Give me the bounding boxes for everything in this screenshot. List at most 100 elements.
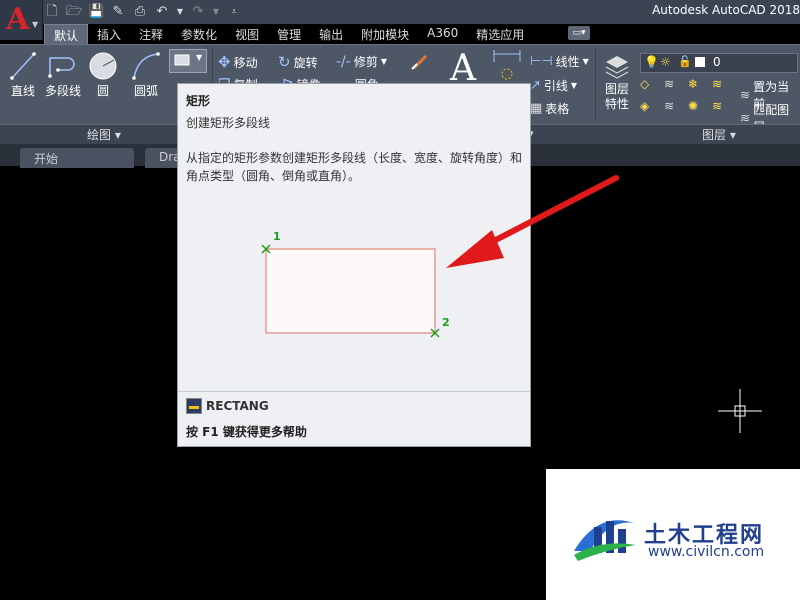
line-tool-label: 直线 [10,84,35,98]
tab-insert[interactable]: 插入 [88,24,130,44]
layer-dropdown[interactable]: 💡 ☼ 🔓 0 [640,53,798,73]
layer-off-icon[interactable]: ◇ [640,77,649,91]
panel-divider [595,48,596,120]
rotate-tool[interactable]: ↻ 旋转 [278,53,318,71]
crosshair-cursor-icon [718,389,762,433]
rotate-icon: ↻ [278,53,291,71]
move-tool-label: 移动 [233,55,258,70]
layer-tool-icons: ◇ ≋ ❄ ≋ ◈ ≋ ✺ ≋ [640,77,744,117]
linear-dimension-tool[interactable]: ⊢⊣ 线性 ▼ [530,53,589,70]
circle-tool[interactable]: 圆 [86,50,120,99]
tab-manage[interactable]: 管理 [268,24,310,44]
leader-dropdown-icon[interactable]: ▼ [571,81,577,90]
circle-tool-label: 圆 [96,84,109,98]
trim-dropdown-icon[interactable]: ▼ [381,57,387,66]
linear-dimension-label: 线性 [555,55,580,69]
text-tool-icon[interactable]: A [450,48,480,89]
layer-lock-icon[interactable]: ≋ [712,77,722,91]
watermark-logo-icon [574,520,636,561]
arc-icon [132,52,160,80]
draw-panel-title[interactable]: 绘图 ▾ [87,126,121,143]
tab-featured-apps[interactable]: 精选应用 [467,24,533,44]
command-icon [186,398,202,414]
lightbulb-icon: 💡 [644,55,659,69]
table-icon: ▦ [530,101,543,116]
polyline-tool[interactable]: 多段线 [43,50,83,99]
polyline-icon [48,57,75,78]
layer-color-swatch [695,57,705,67]
rectangle-tool[interactable]: ▼ [169,49,207,73]
layer-stack-icon [605,56,629,79]
move-icon: ✥ [218,53,231,71]
layer-unlock-icon[interactable]: ≋ [712,99,722,113]
match-layer-icon: ≋ [740,111,751,125]
table-tool[interactable]: ▦ 表格 [530,100,569,117]
tab-a360[interactable]: A360 [418,24,467,44]
quick-access-toolbar: 🗋 🗁 💾 ✎ ⎙ ↶ ▼ ↷ ▼ ⩡ [44,2,242,22]
line-tool[interactable]: 直线 [6,50,40,99]
save-as-icon[interactable]: ✎ [110,4,126,20]
tab-addins[interactable]: 附加模块 [352,24,418,44]
rotate-tool-label: 旋转 [293,55,318,70]
watermark: 土木工程网 www.civilcn.com [546,469,800,600]
print-icon[interactable]: ⎙ [132,4,148,20]
leader-icon: ↗ [530,78,541,93]
layer-on-icon[interactable]: ◈ [640,99,649,113]
new-file-icon[interactable]: 🗋 [44,4,60,20]
customize-toolbar-icon[interactable]: ⩡ [226,4,242,20]
autocad-logo-icon: A [6,2,30,37]
linear-dropdown-icon[interactable]: ▼ [583,57,589,66]
application-menu-button[interactable]: A ▼ [0,0,43,40]
table-label: 表格 [545,102,570,116]
tooltip-divider [178,391,530,392]
ribbon-minimize-button[interactable]: ▭▾ [568,26,590,40]
layer-properties-tool[interactable]: 图层 特性 [600,52,634,112]
tab-parametric[interactable]: 参数化 [172,24,226,44]
watermark-url: www.civilcn.com [648,544,765,560]
line-icon [10,52,36,80]
linear-dimension-icon: ⊢⊣ [530,54,553,69]
layers-panel-title[interactable]: 图层 ▾ [702,126,736,143]
tooltip-help-hint: 按 F1 键获得更多帮助 [186,425,307,439]
doc-tab-start[interactable]: 开始 [20,148,134,168]
arc-tool[interactable]: 圆弧 [127,50,165,99]
rectangle-icon [174,54,190,66]
undo-dropdown-icon[interactable]: ▼ [176,4,184,20]
chevron-down-icon: ▼ [32,20,39,29]
open-folder-icon[interactable]: 🗁 [66,4,82,20]
sun-icon: ☼ [660,55,671,69]
tooltip-command-name: RECTANG [206,399,269,413]
dimension-tool-icon[interactable] [492,50,522,84]
point-1-label: 1 [273,230,281,243]
erase-icon[interactable] [410,52,430,70]
polyline-tool-label: 多段线 [44,84,81,98]
arc-tool-label: 圆弧 [133,84,158,98]
app-title: Autodesk AutoCAD 2018 [652,3,800,17]
layer-freeze-icon[interactable]: ❄ [688,77,698,91]
ribbon-tabs: 默认 插入 注释 参数化 视图 管理 输出 附加模块 A360 精选应用 [44,24,533,45]
set-current-icon: ≋ [740,88,751,102]
red-arrow-annotation [446,175,619,268]
point-2-label: 2 [442,316,450,329]
trim-tool[interactable]: -/- 修剪 ▼ [336,53,387,70]
layer-properties-label-1: 图层 [604,82,629,96]
layer-properties-label-2: 特性 [604,97,629,111]
tab-home[interactable]: 默认 [44,24,89,45]
layer-isolate-icon[interactable]: ≋ [664,77,674,91]
tab-output[interactable]: 输出 [310,24,352,44]
unlock-icon: 🔓 [678,55,692,68]
tooltip-subtitle: 创建矩形多段线 [186,116,271,130]
tab-annotate[interactable]: 注释 [130,24,172,44]
layer-thaw-icon[interactable]: ✺ [688,99,698,113]
trim-icon: -/- [336,53,351,70]
trim-tool-label: 修剪 [353,55,378,69]
undo-icon[interactable]: ↶ [154,4,170,20]
leader-tool[interactable]: ↗ 引线 ▼ [530,77,577,94]
redo-icon[interactable]: ↷ [190,4,206,20]
layer-unisolate-icon[interactable]: ≋ [664,99,674,113]
save-icon[interactable]: 💾 [88,4,104,20]
move-tool[interactable]: ✥ 移动 [218,53,258,71]
tab-view[interactable]: 视图 [226,24,268,44]
rectangle-dropdown-icon[interactable]: ▼ [196,53,202,62]
redo-dropdown-icon[interactable]: ▼ [212,4,220,20]
